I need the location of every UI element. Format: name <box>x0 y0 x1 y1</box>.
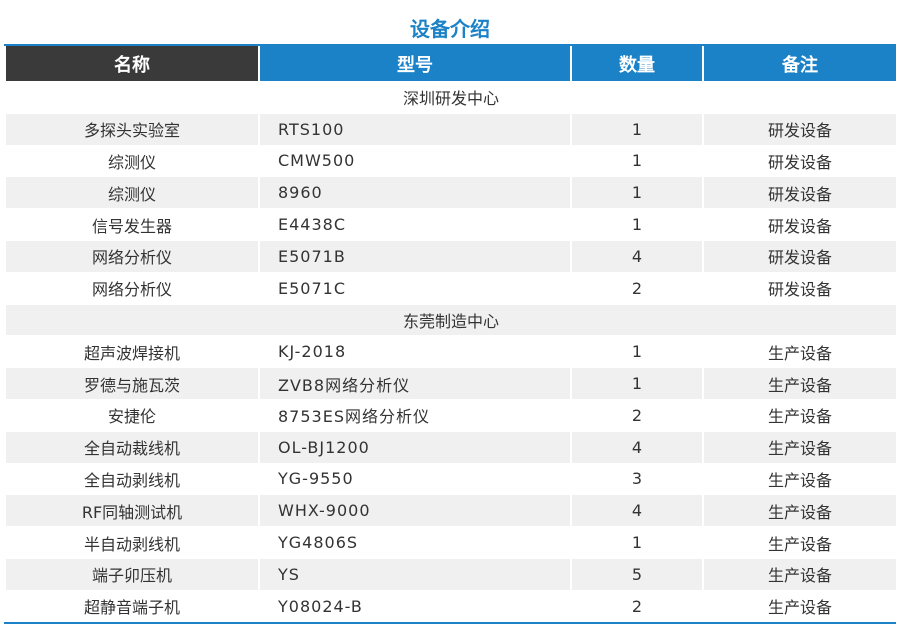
table-row: 全自动剥线机 YG-9550 3 生产设备 <box>6 462 896 495</box>
cell-model: CMW500 <box>260 144 570 177</box>
cell-qty: 1 <box>572 144 702 177</box>
cell-name: 罗德与施瓦茨 <box>6 367 258 399</box>
table-row: 信号发生器 E4438C 1 研发设备 <box>6 208 896 240</box>
cell-model: 8753ES网络分析仪 <box>260 398 570 431</box>
page-title: 设备介绍 <box>410 17 490 41</box>
table-row: 综测仪 8960 1 研发设备 <box>6 176 896 209</box>
cell-name: 超声波焊接机 <box>6 335 258 368</box>
header-row: 名称 型号 数量 备注 <box>6 46 896 81</box>
cell-note: 生产设备 <box>704 526 896 558</box>
equipment-table: 名称 型号 数量 备注 深圳研发中心 多探头实验室 RTS100 1 研发设备 … <box>4 46 898 622</box>
cell-note: 生产设备 <box>704 335 896 368</box>
header-qty: 数量 <box>572 46 702 81</box>
cell-model: OL-BJ1200 <box>260 430 570 463</box>
header-name: 名称 <box>6 46 258 81</box>
cell-note: 研发设备 <box>704 239 896 272</box>
cell-model: YG-9550 <box>260 462 570 495</box>
cell-model: E5071B <box>260 239 570 272</box>
cell-name: 全自动剥线机 <box>6 462 258 495</box>
table-row: 网络分析仪 E5071C 2 研发设备 <box>6 271 896 304</box>
cell-model: Y08024-B <box>260 589 570 622</box>
cell-note: 生产设备 <box>704 494 896 527</box>
section-label: 深圳研发中心 <box>6 81 896 113</box>
cell-qty: 1 <box>572 176 702 209</box>
cell-name: 全自动裁线机 <box>6 430 258 463</box>
cell-model: ZVB8网络分析仪 <box>260 367 570 399</box>
cell-note: 生产设备 <box>704 589 896 622</box>
table-row: 端子卯压机 YS 5 生产设备 <box>6 557 896 590</box>
header-model: 型号 <box>260 46 570 81</box>
cell-note: 研发设备 <box>704 112 896 145</box>
cell-qty: 3 <box>572 462 702 495</box>
table-row: 网络分析仪 E5071B 4 研发设备 <box>6 239 896 272</box>
table-row: 安捷伦 8753ES网络分析仪 2 生产设备 <box>6 398 896 431</box>
cell-qty: 1 <box>572 208 702 240</box>
cell-qty: 2 <box>572 589 702 622</box>
cell-note: 生产设备 <box>704 430 896 463</box>
cell-qty: 4 <box>572 494 702 527</box>
cell-note: 研发设备 <box>704 208 896 240</box>
table-row: 半自动剥线机 YG4806S 1 生产设备 <box>6 526 896 558</box>
bottom-divider <box>4 622 896 624</box>
cell-qty: 1 <box>572 335 702 368</box>
cell-model: RTS100 <box>260 112 570 145</box>
cell-qty: 2 <box>572 398 702 431</box>
cell-qty: 5 <box>572 557 702 590</box>
cell-model: YG4806S <box>260 526 570 558</box>
cell-name: 网络分析仪 <box>6 271 258 304</box>
cell-name: 信号发生器 <box>6 208 258 240</box>
table-row: 罗德与施瓦茨 ZVB8网络分析仪 1 生产设备 <box>6 367 896 399</box>
cell-qty: 2 <box>572 271 702 304</box>
cell-note: 生产设备 <box>704 398 896 431</box>
cell-name: 安捷伦 <box>6 398 258 431</box>
table-row: 全自动裁线机 OL-BJ1200 4 生产设备 <box>6 430 896 463</box>
cell-model: KJ-2018 <box>260 335 570 368</box>
cell-model: WHX-9000 <box>260 494 570 527</box>
cell-note: 生产设备 <box>704 367 896 399</box>
table-row: 超声波焊接机 KJ-2018 1 生产设备 <box>6 335 896 368</box>
cell-name: 端子卯压机 <box>6 557 258 590</box>
section-row-dongguan: 东莞制造中心 <box>6 303 896 336</box>
cell-note: 研发设备 <box>704 144 896 177</box>
cell-model: E5071C <box>260 271 570 304</box>
cell-name: 半自动剥线机 <box>6 526 258 558</box>
cell-name: RF同轴测试机 <box>6 494 258 527</box>
cell-note: 研发设备 <box>704 176 896 209</box>
table-row: 多探头实验室 RTS100 1 研发设备 <box>6 112 896 145</box>
cell-model: E4438C <box>260 208 570 240</box>
cell-name: 超静音端子机 <box>6 589 258 622</box>
cell-name: 多探头实验室 <box>6 112 258 145</box>
section-label: 东莞制造中心 <box>6 303 896 336</box>
cell-qty: 1 <box>572 112 702 145</box>
table-row: 综测仪 CMW500 1 研发设备 <box>6 144 896 177</box>
cell-qty: 4 <box>572 430 702 463</box>
cell-note: 生产设备 <box>704 462 896 495</box>
cell-qty: 1 <box>572 367 702 399</box>
cell-qty: 4 <box>572 239 702 272</box>
cell-name: 综测仪 <box>6 144 258 177</box>
equipment-page: 设备介绍 名称 型号 数量 备注 深圳研发中心 多探头实验室 RTS100 1 … <box>0 0 900 629</box>
table-row: RF同轴测试机 WHX-9000 4 生产设备 <box>6 494 896 527</box>
section-row-shenzhen: 深圳研发中心 <box>6 81 896 113</box>
cell-model: 8960 <box>260 176 570 209</box>
cell-model: YS <box>260 557 570 590</box>
cell-qty: 1 <box>572 526 702 558</box>
header-note: 备注 <box>704 46 896 81</box>
table-row: 超静音端子机 Y08024-B 2 生产设备 <box>6 589 896 622</box>
cell-name: 网络分析仪 <box>6 239 258 272</box>
cell-name: 综测仪 <box>6 176 258 209</box>
cell-note: 研发设备 <box>704 271 896 304</box>
cell-note: 生产设备 <box>704 557 896 590</box>
